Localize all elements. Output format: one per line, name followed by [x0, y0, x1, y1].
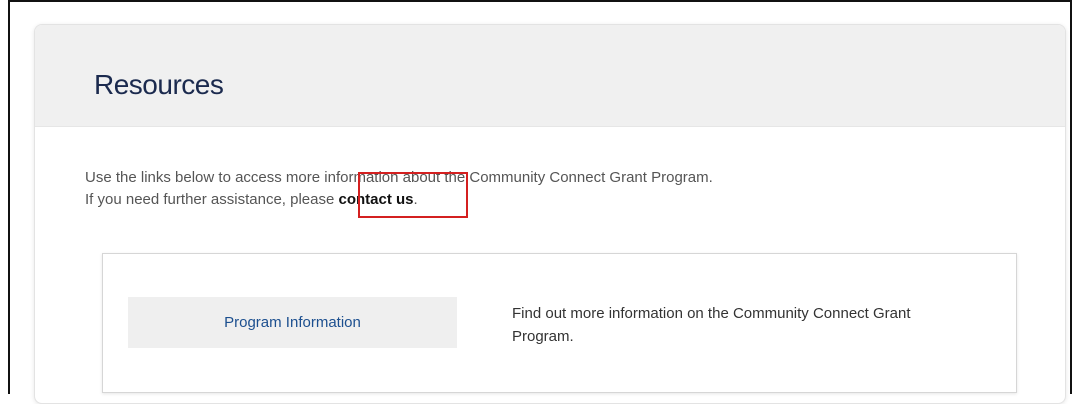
page-title: Resources	[94, 69, 224, 100]
intro-text: Use the links below to access more infor…	[85, 167, 713, 211]
intro-line-2-prefix: If you need further assistance, please	[85, 191, 339, 208]
page-frame: Resources Use the links below to access …	[8, 0, 1072, 404]
intro-line-2-suffix: .	[413, 191, 418, 208]
intro-line-2: If you need further assistance, please c…	[85, 189, 713, 211]
program-information-button[interactable]: Program Information	[128, 297, 457, 348]
card-header: Resources	[35, 25, 1065, 127]
resource-description: Find out more information on the Communi…	[512, 305, 911, 345]
resource-item: Program Information Find out more inform…	[102, 253, 1017, 393]
resources-card: Resources Use the links below to access …	[34, 24, 1066, 404]
contact-us-link[interactable]: contact us	[338, 191, 413, 208]
intro-line-1: Use the links below to access more infor…	[85, 169, 713, 186]
